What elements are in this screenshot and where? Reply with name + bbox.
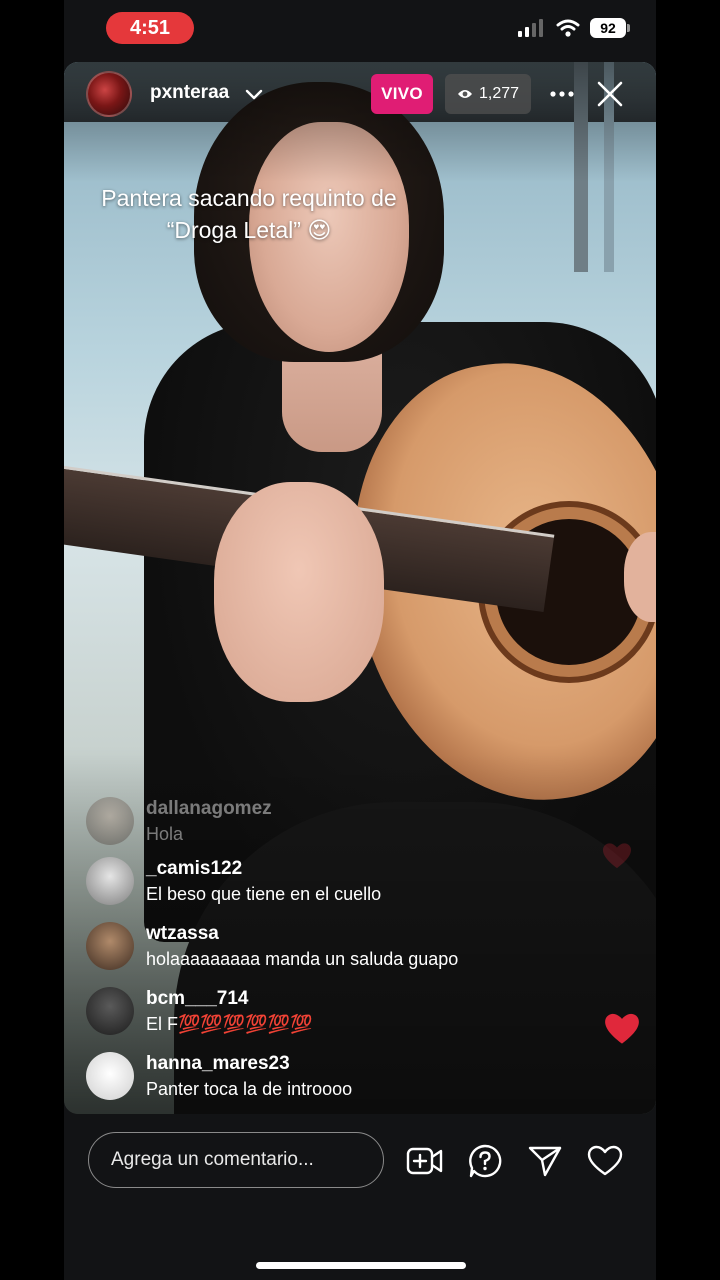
status-time: 4:51: [106, 12, 194, 44]
send-button[interactable]: [526, 1142, 564, 1180]
comment-text: Panter toca la de introooo: [146, 1079, 353, 1099]
comment-text: holaaaaaaaaa manda un saluda guapo: [146, 949, 459, 969]
viewer-count: 1,277: [478, 85, 520, 102]
live-badge: VIVO: [371, 74, 433, 114]
cellular-signal-icon: [518, 19, 543, 37]
comment-item[interactable]: hanna_mares23 Panter toca la de introooo: [84, 1051, 624, 1116]
floating-heart-icon: [605, 1013, 639, 1044]
close-icon[interactable]: [594, 78, 626, 110]
comment-item[interactable]: wtzassa holaaaaaaaaa manda un saluda gua…: [84, 921, 624, 986]
more-icon: [550, 91, 574, 97]
comment-item[interactable]: bcm___714 El F💯💯💯💯💯💯: [84, 986, 624, 1051]
commenter-avatar[interactable]: [86, 797, 134, 845]
commenter-avatar[interactable]: [86, 857, 134, 905]
question-icon: [469, 1144, 502, 1178]
comment-text: Hola: [146, 824, 184, 844]
status-icons: 92: [518, 18, 630, 38]
eye-icon: [457, 90, 472, 98]
caption-line-1: Pantera sacando requinto de: [101, 185, 397, 211]
question-button[interactable]: [466, 1142, 504, 1180]
commenter-username[interactable]: _camis122: [146, 858, 242, 880]
add-video-icon: [406, 1147, 443, 1175]
comment-text: El F💯💯💯💯💯💯: [146, 1014, 313, 1034]
host-username[interactable]: pxnteraa: [150, 82, 229, 104]
comment-item[interactable]: _camis122 El beso que tiene en el cuello: [84, 856, 624, 921]
live-header: pxnteraa VIVO 1,277: [64, 68, 656, 124]
viewer-count-badge[interactable]: 1,277: [445, 74, 531, 114]
wifi-icon: [556, 19, 580, 37]
comment-list: dallanagomez Hola _camis122 El beso que …: [84, 796, 624, 1116]
stream-caption: Pantera sacando requinto de “Droga Letal…: [74, 182, 424, 246]
home-indicator[interactable]: [256, 1262, 466, 1269]
comment-text: El beso que tiene en el cuello: [146, 884, 382, 904]
add-video-button[interactable]: [406, 1142, 444, 1180]
more-options-button[interactable]: [546, 82, 578, 106]
floating-heart-icon: [603, 843, 631, 869]
commenter-username[interactable]: wtzassa: [146, 923, 219, 945]
commenter-username[interactable]: bcm___714: [146, 988, 248, 1010]
commenter-avatar[interactable]: [86, 987, 134, 1035]
heart-icon: [587, 1145, 623, 1176]
performer-hand: [214, 482, 384, 702]
chevron-down-icon[interactable]: [242, 82, 266, 106]
status-bar: 4:51 92: [64, 0, 656, 56]
commenter-username[interactable]: hanna_mares23: [146, 1053, 290, 1075]
battery-icon: 92: [590, 18, 630, 38]
caption-line-2: “Droga Letal” 😍: [166, 217, 332, 243]
like-button[interactable]: [586, 1142, 624, 1180]
comment-input[interactable]: Agrega un comentario...: [88, 1132, 384, 1188]
comment-item[interactable]: dallanagomez Hola: [84, 796, 624, 856]
commenter-avatar[interactable]: [86, 922, 134, 970]
commenter-username[interactable]: dallanagomez: [146, 798, 272, 820]
send-icon: [528, 1146, 562, 1177]
commenter-avatar[interactable]: [86, 1052, 134, 1100]
host-avatar[interactable]: [86, 71, 132, 117]
